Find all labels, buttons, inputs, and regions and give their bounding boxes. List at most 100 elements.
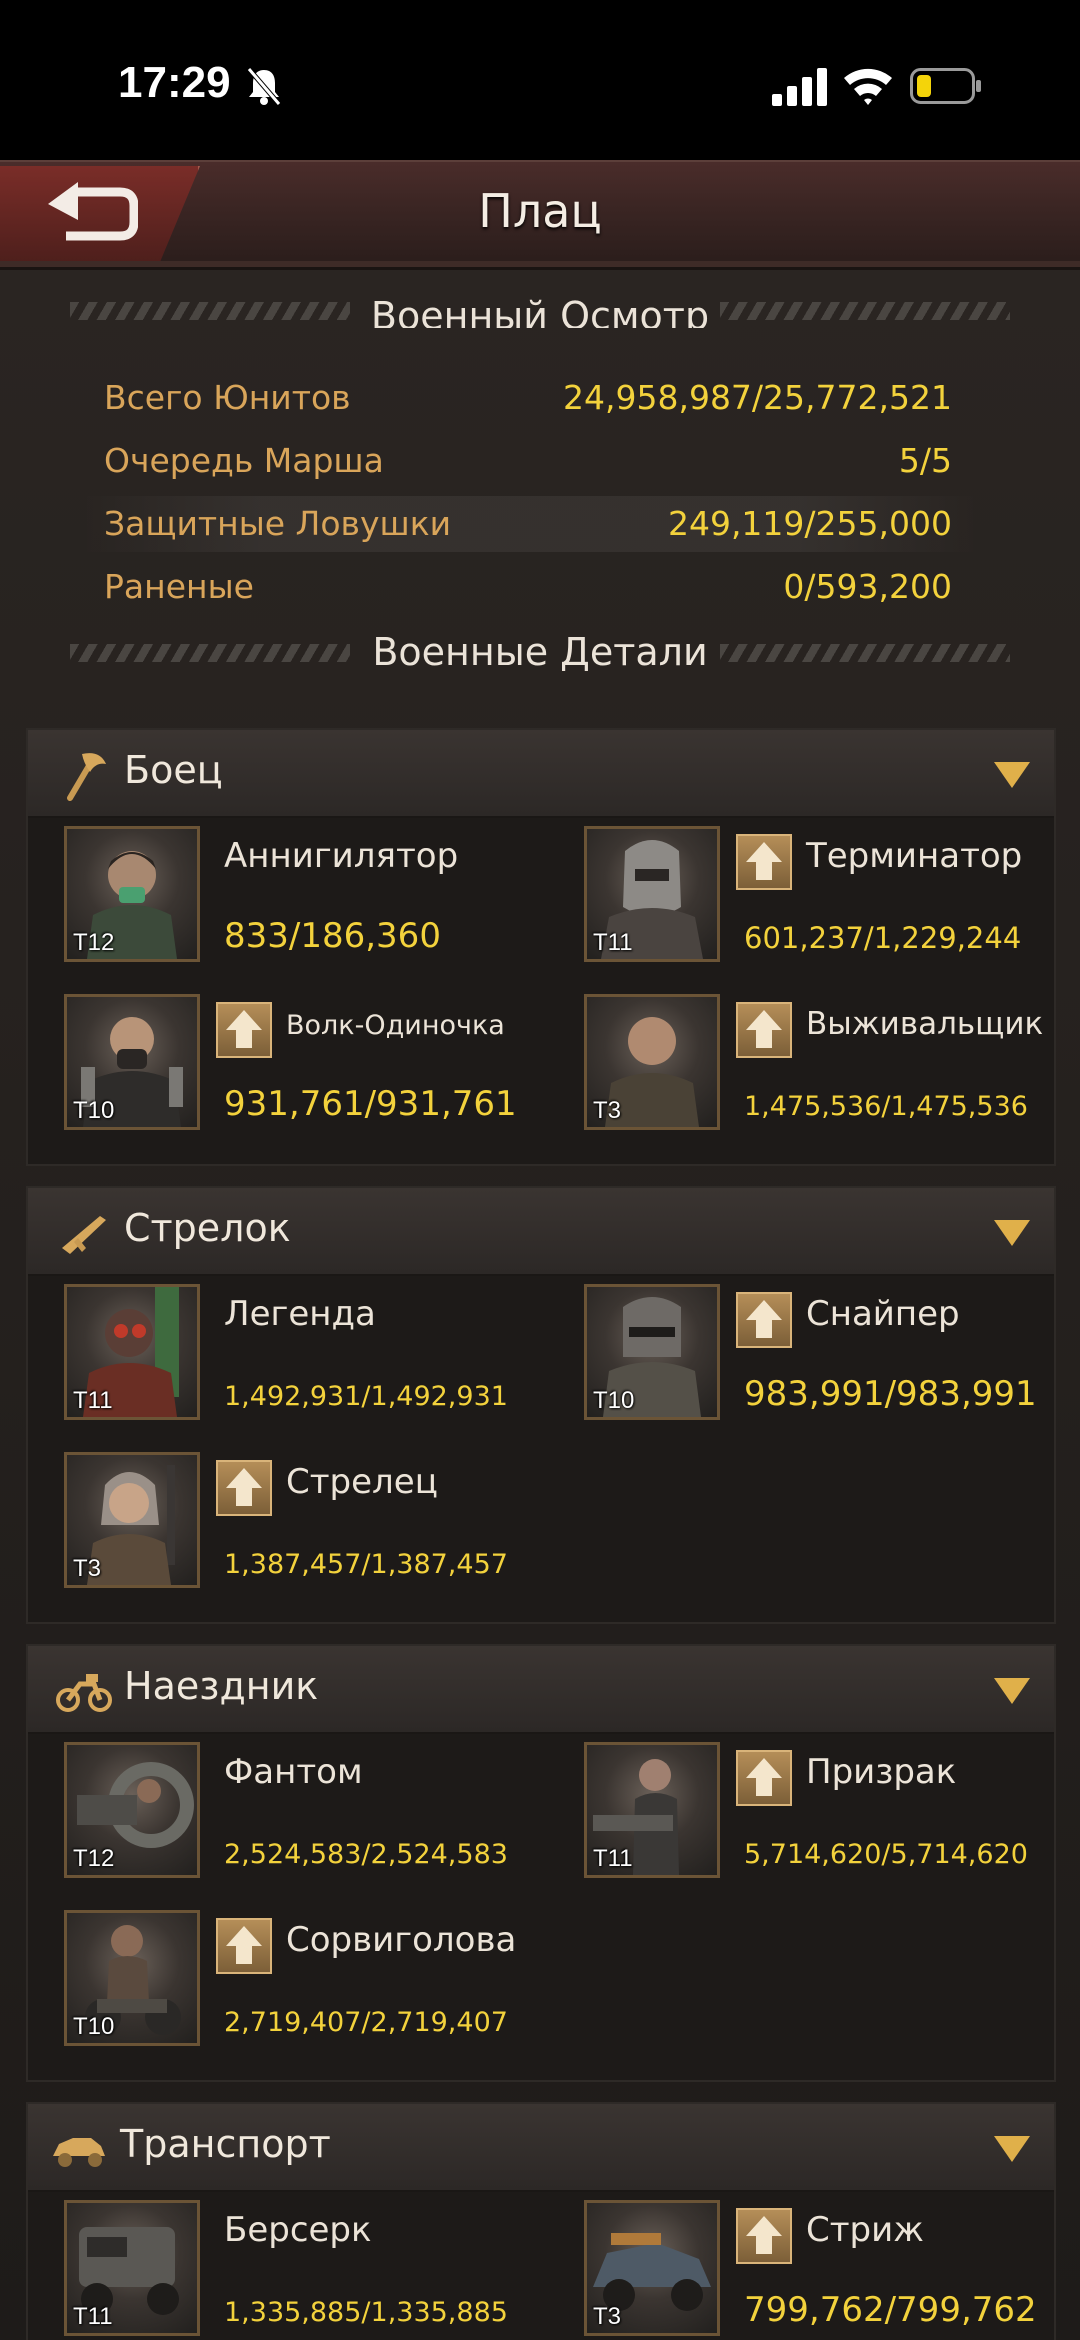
upgrade-button[interactable] [736, 1002, 792, 1058]
category-header[interactable]: Транспорт [28, 2104, 1054, 2192]
category-title: Боец [124, 748, 223, 792]
upgrade-button[interactable] [216, 1460, 272, 1516]
unit-portrait: T11 [584, 826, 720, 962]
unit-count: 799,762/799,762 [744, 2290, 1037, 2330]
tier-label: T11 [593, 929, 633, 956]
stat-row-total-units: Всего Юнитов 24,958,987/25,772,521 [80, 370, 980, 426]
wifi-icon [844, 68, 892, 105]
chevron-down-icon[interactable] [992, 2134, 1032, 2164]
unit-name: Снайпер [806, 1294, 960, 1334]
category-header[interactable]: Наездник [28, 1646, 1054, 1734]
status-time: 17:29 [118, 58, 231, 107]
arrow-up-icon [226, 1926, 262, 1964]
unit-portrait: T11 [584, 1742, 720, 1878]
unit-portrait: T3 [584, 2200, 720, 2336]
unit-card[interactable]: T3 Выживальщик 1,475,536/1,475,536 [564, 994, 1064, 1134]
stat-label: Защитные Ловушки [104, 504, 452, 543]
unit-portrait: T3 [584, 994, 720, 1130]
tier-label: T11 [73, 2303, 113, 2330]
category-title: Стрелок [124, 1206, 291, 1250]
stat-label: Очередь Марша [104, 441, 384, 480]
unit-card[interactable]: T3 Стрелец 1,387,457/1,387,457 [44, 1452, 544, 1592]
page-title: Плац [478, 184, 602, 238]
unit-count: 983,991/983,991 [744, 1374, 1037, 1414]
chevron-down-icon[interactable] [992, 1676, 1032, 1706]
car-icon [53, 2138, 105, 2167]
motorcycle-icon [56, 1674, 112, 1712]
arrow-up-icon [746, 1300, 782, 1338]
category-header[interactable]: Боец [28, 730, 1054, 818]
stat-value: 249,119/255,000 [667, 504, 952, 543]
unit-name: Сорвиголова [286, 1920, 517, 1960]
category-panel-rider: Наездник T12 Фантом 2,524,583/2,524,583 … [26, 1644, 1056, 2082]
status-bar: 17:29 [0, 0, 1080, 160]
category-panel-fighter: Боец T12 Аннигилятор 833/186,360 T11 Тер… [26, 728, 1056, 1166]
unit-card[interactable]: T11 Терминатор 601,237/1,229,244 [564, 826, 1064, 966]
tier-label: T3 [593, 1097, 622, 1124]
unit-name: Призрак [806, 1752, 957, 1792]
stat-label: Всего Юнитов [104, 378, 351, 417]
stat-row-traps: Защитные Ловушки 249,119/255,000 [80, 496, 980, 552]
stat-value: 24,958,987/25,772,521 [562, 378, 952, 417]
arrow-up-icon [746, 1010, 782, 1048]
category-panel-transport: Транспорт T11 Берсерк 1,335,885/1,335,88… [26, 2102, 1056, 2340]
unit-count: 833/186,360 [224, 916, 441, 956]
unit-card[interactable]: T10 Волк-Одиночка 931,761/931,761 [44, 994, 544, 1134]
upgrade-button[interactable] [736, 834, 792, 890]
stat-value: 5/5 [898, 441, 952, 480]
upgrade-button[interactable] [216, 1002, 272, 1058]
unit-count: 1,475,536/1,475,536 [744, 1091, 1028, 1122]
unit-portrait: T11 [64, 1284, 200, 1420]
unit-card[interactable]: T11 Берсерк 1,335,885/1,335,885 [44, 2200, 544, 2340]
chevron-down-icon[interactable] [992, 760, 1032, 790]
unit-card[interactable]: T10 Сорвиголова 2,719,407/2,719,407 [44, 1910, 544, 2050]
unit-count: 931,761/931,761 [224, 1084, 517, 1124]
chevron-down-icon[interactable] [992, 1218, 1032, 1248]
tier-label: T11 [73, 1387, 113, 1414]
tier-label: T10 [73, 1097, 115, 1124]
stat-row-wounded: Раненые 0/593,200 [80, 559, 980, 615]
upgrade-button[interactable] [736, 2208, 792, 2264]
unit-name: Аннигилятор [224, 836, 459, 876]
bell-off-icon [247, 67, 281, 106]
category-header[interactable]: Стрелок [28, 1188, 1054, 1276]
unit-portrait: T12 [64, 1742, 200, 1878]
tier-label: T10 [593, 1387, 635, 1414]
unit-card[interactable]: T12 Фантом 2,524,583/2,524,583 [44, 1742, 544, 1882]
cellular-signal-icon [772, 68, 827, 106]
unit-card[interactable]: T11 Призрак 5,714,620/5,714,620 [564, 1742, 1064, 1882]
battery-icon [910, 68, 981, 104]
unit-card[interactable]: T12 Аннигилятор 833/186,360 [44, 826, 544, 966]
unit-portrait: T12 [64, 826, 200, 962]
rifle-icon [62, 1216, 106, 1254]
tier-label: T11 [593, 1845, 633, 1872]
unit-name: Фантом [224, 1752, 363, 1792]
unit-name: Берсерк [224, 2210, 372, 2250]
unit-portrait: T11 [64, 2200, 200, 2336]
unit-count: 1,387,457/1,387,457 [224, 1549, 508, 1580]
arrow-up-icon [746, 1758, 782, 1796]
axe-icon [67, 753, 106, 801]
unit-portrait: T10 [64, 994, 200, 1130]
arrow-up-icon [746, 2216, 782, 2254]
unit-name: Волк-Одиночка [286, 1010, 505, 1041]
unit-name: Стриж [806, 2210, 924, 2250]
unit-portrait: T3 [64, 1452, 200, 1588]
unit-count: 601,237/1,229,244 [744, 921, 1022, 955]
unit-name: Стрелец [286, 1462, 438, 1502]
unit-name: Выживальщик [806, 1006, 1044, 1042]
upgrade-button[interactable] [736, 1292, 792, 1348]
tier-label: T3 [73, 1555, 102, 1582]
upgrade-button[interactable] [736, 1750, 792, 1806]
arrow-up-icon [226, 1010, 262, 1048]
unit-count: 5,714,620/5,714,620 [744, 1839, 1028, 1870]
unit-card[interactable]: T3 Стриж 799,762/799,762 [564, 2200, 1064, 2340]
content-area: Военный Осмотр Всего Юнитов 24,958,987/2… [0, 270, 1080, 2340]
unit-card[interactable]: T10 Снайпер 983,991/983,991 [564, 1284, 1064, 1424]
upgrade-button[interactable] [216, 1918, 272, 1974]
stat-value: 0/593,200 [783, 567, 952, 606]
stat-row-march-queue: Очередь Марша 5/5 [80, 433, 980, 489]
unit-count: 1,335,885/1,335,885 [224, 2297, 508, 2328]
inspection-title: Военный Осмотр [370, 294, 710, 328]
unit-card[interactable]: T11 Легенда 1,492,931/1,492,931 [44, 1284, 544, 1424]
